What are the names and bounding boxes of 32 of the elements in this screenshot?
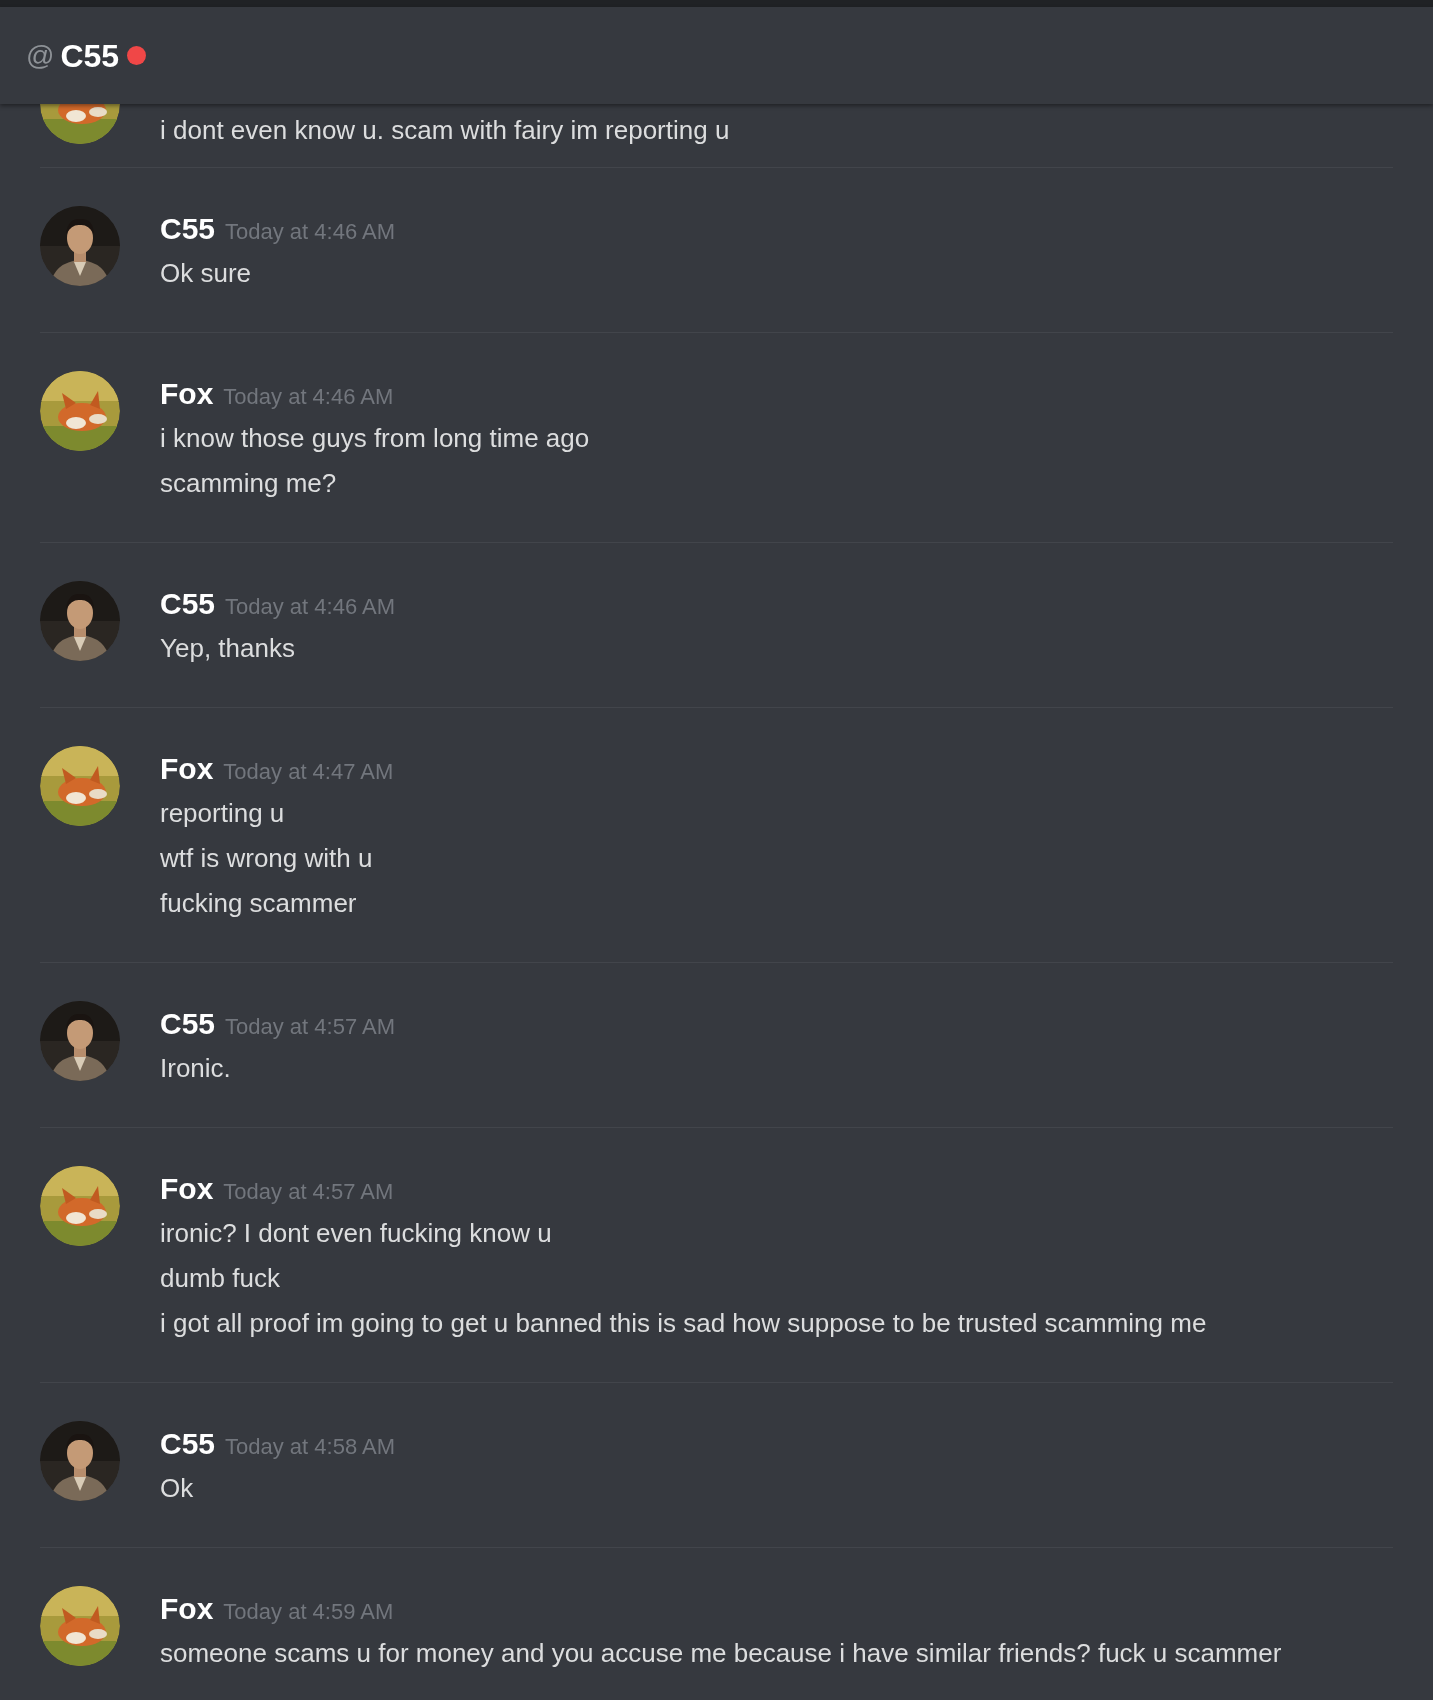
at-symbol: @ [26, 38, 55, 73]
timestamp: Today at 4:46 AM [225, 593, 396, 621]
message-text: ironic? I dont even fucking know u [160, 1217, 553, 1250]
author-name[interactable]: C55 [160, 581, 216, 626]
message-text: i know those guys from long time ago [160, 422, 590, 455]
message-text: dumb fuck [160, 1262, 281, 1295]
message-text: fucking scammer [160, 887, 358, 920]
timestamp: Today at 4:57 AM [223, 1178, 394, 1206]
message-text: wtf is wrong with u [160, 842, 374, 875]
author-name[interactable]: Fox [160, 1586, 214, 1631]
message-text: scamming me? [160, 467, 338, 500]
message-text: i got all proof im going to get u banned this is sad how suppose to be trusted scamming me [160, 1307, 1207, 1340]
timestamp: Today at 4:47 AM [223, 758, 394, 786]
channel-name: C55 [60, 36, 120, 76]
author-name[interactable]: Fox [160, 1166, 214, 1211]
message-text: someone scams u for money and you accuse me because i have similar friends? fuck u scammer [160, 1637, 1282, 1670]
message-text: Ok [160, 1472, 195, 1505]
author-name[interactable]: C55 [160, 1001, 216, 1046]
author-name[interactable]: C55 [160, 206, 216, 251]
message-text: Yep, thanks [160, 632, 296, 665]
message-text: Ironic. [160, 1052, 232, 1085]
message-text: reporting u [160, 797, 286, 830]
author-name[interactable]: C55 [160, 1421, 216, 1466]
timestamp: Today at 4:58 AM [225, 1433, 396, 1461]
timestamp: Today at 4:46 AM [225, 218, 396, 246]
timestamp: Today at 4:59 AM [223, 1598, 394, 1626]
timestamp: Today at 4:46 AM [223, 383, 394, 411]
timestamp: Today at 4:57 AM [225, 1013, 396, 1041]
author-name[interactable]: Fox [160, 371, 214, 416]
author-name[interactable]: Fox [160, 746, 214, 791]
message-text: Ok sure [160, 257, 253, 290]
message-text: i dont even know u. scam with fairy im reporting u [160, 115, 730, 145]
